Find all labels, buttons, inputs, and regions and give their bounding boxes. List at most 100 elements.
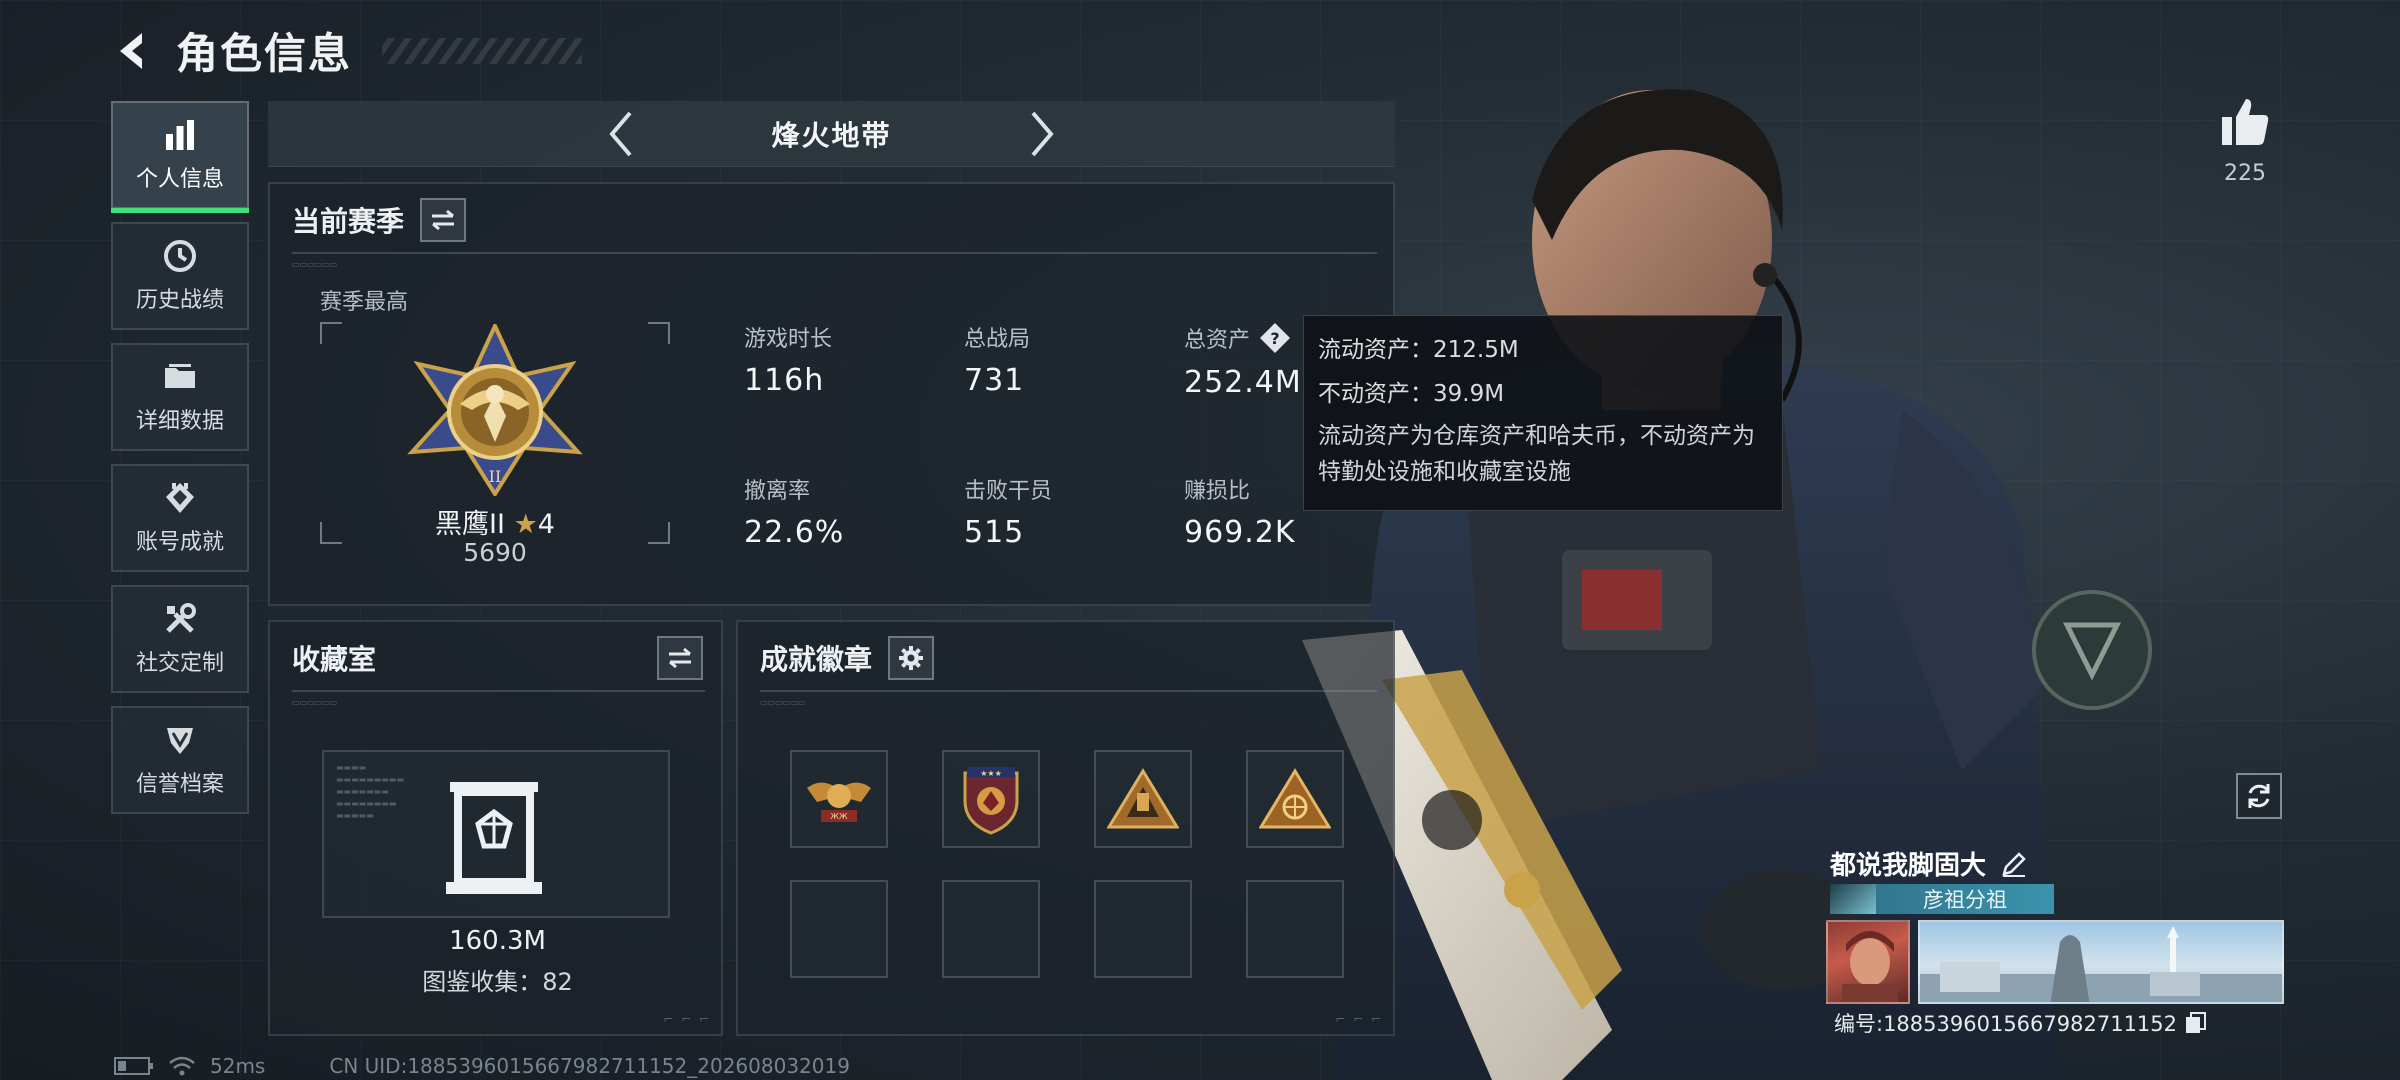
stat-total-matches: 总战局 731: [964, 327, 1031, 398]
tooltip-liquid-assets: 流动资产：212.5M: [1318, 337, 1519, 363]
swap-icon: [432, 209, 455, 231]
achievement-badges-panel: 成就徽章 ▭▭▭▭▭▭ ЖЖ ★★★ ⌐ ⌐ ⌐: [736, 620, 1395, 1036]
edit-pencil-icon[interactable]: [2000, 850, 2028, 878]
nav-label: 账号成就: [135, 530, 224, 555]
shield-badge-icon: ★★★: [963, 767, 1019, 835]
page-title: 角色信息: [176, 29, 353, 78]
collection-panel: 收藏室 ▭▭▭▭▭▭ ▬▬▬▬ ▬▬▬▬▬▬▬▬▬ ▬▬▬▬▬▬▬ ▬▬▬▬▬▬▬▬ ▬…: [268, 620, 723, 1036]
history-clock-icon: [162, 238, 198, 274]
player-id: 编号:1885396015667982711152: [1834, 1012, 2178, 1036]
divider: [292, 252, 1377, 254]
eagle-badge-icon: ЖЖ: [807, 782, 871, 822]
chevron-right-icon: [1030, 111, 1054, 156]
team-thumbnail: [1830, 884, 1876, 914]
back-button[interactable]: [110, 23, 154, 79]
tooltip-fixed-assets: 不动资产：39.9M: [1318, 381, 1505, 407]
collection-count: 图鉴收集：82: [422, 968, 573, 996]
badges-settings-button[interactable]: [888, 636, 935, 680]
player-name: 都说我脚固大: [1830, 851, 1987, 881]
refresh-button[interactable]: [2236, 773, 2282, 819]
current-season-panel: 当前赛季 ▭▭▭▭▭▭ 赛季最高 II 黑鹰II ★4 5690 游戏时长 11…: [268, 182, 1395, 606]
like-count: 225: [2224, 161, 2266, 186]
nav-label: 社交定制: [135, 651, 224, 676]
nav-item-social-custom[interactable]: 社交定制: [111, 585, 249, 693]
ping-value: 52ms: [210, 1054, 266, 1078]
decoration: ▭▭▭▭▭▭: [292, 698, 338, 707]
gear-icon: [899, 646, 924, 670]
rank-score: 5690: [463, 538, 527, 567]
team-name: 彦祖分祖: [1923, 888, 2007, 912]
nav-item-achievements[interactable]: 账号成就: [111, 464, 249, 572]
stat-extract-rate: 撤离率 22.6%: [744, 479, 845, 550]
battery-icon: [114, 1057, 153, 1075]
pyramid-badge-icon: [1107, 768, 1179, 829]
reputation-icon: [162, 722, 198, 758]
assets-tooltip: 流动资产：212.5M 不动资产：39.9M 流动资产为仓库资产和哈夫币，不动资…: [1303, 315, 1783, 511]
achievement-icon: [162, 480, 198, 516]
badge-slot[interactable]: [1246, 750, 1344, 848]
divider: [292, 690, 705, 692]
collection-switch-button[interactable]: [657, 636, 703, 680]
badge-slot-empty[interactable]: [790, 880, 888, 978]
copy-icon[interactable]: [2183, 1010, 2209, 1036]
badge-slot-empty[interactable]: [942, 880, 1040, 978]
player-banner[interactable]: [1918, 920, 2284, 1004]
nav-label: 详细数据: [135, 409, 224, 434]
decoration: ▭▭▭▭▭▭: [760, 698, 806, 707]
badge-slot[interactable]: ЖЖ: [790, 750, 888, 848]
badges-title: 成就徽章: [760, 643, 873, 676]
nav-label: 历史战绩: [135, 288, 224, 313]
player-id-row: 编号:1885396015667982711152: [1834, 1008, 2209, 1038]
team-tag: 彦祖分祖: [1830, 884, 2054, 914]
avatar[interactable]: [1826, 920, 1910, 1004]
svg-text:ЖЖ: ЖЖ: [830, 812, 848, 821]
stat-play-time: 游戏时长 116h: [744, 327, 833, 398]
bar-chart-icon: [162, 117, 198, 153]
tooltip-description: 流动资产为仓库资产和哈夫币，不动资产为特勤处设施和收藏室设施: [1318, 423, 1755, 485]
wifi-icon: [169, 1056, 195, 1076]
divider: [760, 690, 1377, 692]
swap-icon: [669, 647, 691, 669]
mode-next-button[interactable]: [1022, 106, 1062, 162]
mode-selector: 烽火地带: [268, 101, 1395, 167]
side-navigation: 个人信息 历史战绩 详细数据 账号成就 社交定制 信誉档案: [111, 101, 249, 827]
avatar-portrait-icon: [1842, 931, 1898, 1002]
season-title: 当前赛季: [292, 205, 405, 238]
badge-slot[interactable]: ★★★: [942, 750, 1040, 848]
like-area: 225: [2215, 95, 2275, 186]
vault-display-icon: [446, 782, 542, 894]
stat-kills: 击败干员 515: [964, 479, 1053, 550]
badge-slot-empty[interactable]: [1246, 880, 1344, 978]
refresh-icon: [2248, 784, 2270, 808]
chevron-left-icon: [609, 111, 633, 156]
decoration: ⌐ ⌐ ⌐: [663, 1012, 711, 1026]
svg-text:II: II: [489, 467, 502, 486]
banner-image: [1920, 926, 2282, 1002]
back-arrow-icon: [120, 32, 142, 69]
svg-text:★★★: ★★★: [980, 769, 1002, 778]
tools-icon: [162, 601, 198, 637]
folder-icon: [162, 359, 198, 395]
rank-name: 黑鹰II ★4: [435, 509, 555, 540]
player-name-row: 都说我脚固大: [1830, 845, 2028, 882]
nav-item-history[interactable]: 历史战绩: [111, 222, 249, 330]
triangle-badge-icon: [1259, 768, 1331, 829]
star-icon: ★: [513, 509, 538, 540]
nav-item-reputation[interactable]: 信誉档案: [111, 706, 249, 814]
collection-vault-button[interactable]: ▬▬▬▬ ▬▬▬▬▬▬▬▬▬ ▬▬▬▬▬▬▬ ▬▬▬▬▬▬▬▬ ▬▬▬▬▬: [322, 750, 670, 918]
nav-label: 个人信息: [135, 167, 224, 192]
decoration: ▭▭▭▭▭▭: [292, 260, 338, 269]
collection-title: 收藏室: [292, 643, 377, 676]
badge-slot-empty[interactable]: [1094, 880, 1192, 978]
badge-slot[interactable]: [1094, 750, 1192, 848]
nav-item-personal-info[interactable]: 个人信息: [111, 101, 249, 213]
thumbs-up-icon[interactable]: [2218, 95, 2272, 149]
title-decoration: [382, 37, 583, 64]
season-switch-button[interactable]: [420, 198, 467, 242]
decoration: ⌐ ⌐ ⌐: [1335, 1012, 1383, 1026]
uid-text: CN UID:1885396015667982711152_2026080320…: [329, 1054, 850, 1078]
collection-value: 160.3M: [449, 926, 546, 956]
mode-prev-button[interactable]: [601, 106, 641, 162]
page-header: 角色信息: [110, 20, 583, 81]
nav-item-detailed-data[interactable]: 详细数据: [111, 343, 249, 451]
